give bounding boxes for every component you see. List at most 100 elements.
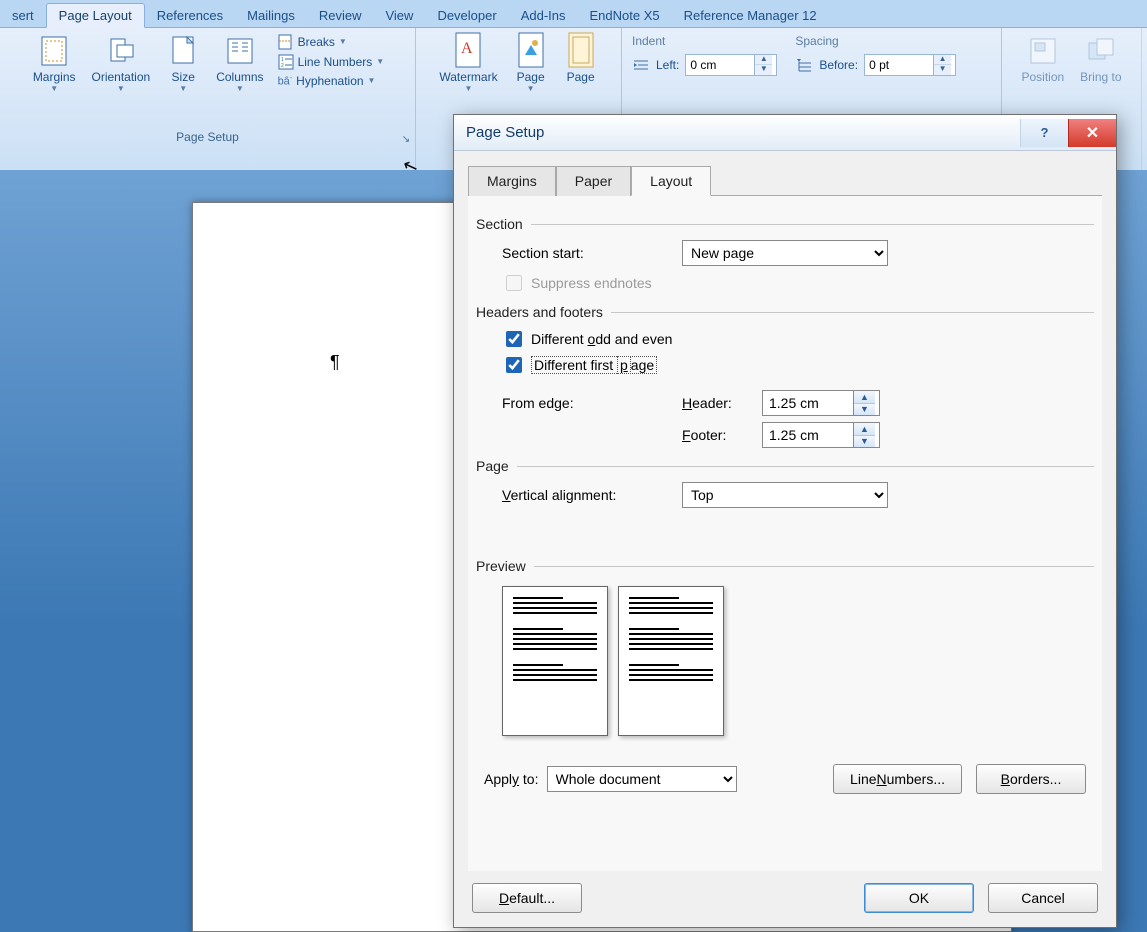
dialog-titlebar[interactable]: Page Setup ? ✕	[454, 115, 1116, 151]
headers-footers-heading: Headers and footers	[476, 304, 1094, 320]
spin-down-icon[interactable]: ▼	[854, 404, 875, 416]
tab-addins[interactable]: Add-Ins	[509, 4, 578, 27]
spacing-before-spin[interactable]: ▲▼	[864, 54, 956, 76]
bring-to-front-button[interactable]: Bring to	[1074, 32, 1127, 86]
indent-left-spin[interactable]: ▲▼	[685, 54, 777, 76]
section-start-combo[interactable]: New page	[682, 240, 888, 266]
vertical-alignment-combo[interactable]: Top	[682, 482, 888, 508]
line-numbers-icon: 12	[278, 54, 294, 70]
line-numbers-label: Line Numbers	[298, 55, 373, 69]
header-distance-spin[interactable]: ▲▼	[762, 390, 880, 416]
dropdown-icon: ▼	[50, 86, 58, 92]
columns-label: Columns	[216, 70, 263, 84]
footer-distance-spin[interactable]: ▲▼	[762, 422, 880, 448]
section-start-label: Section start:	[502, 245, 672, 261]
bring-label: Bring to	[1080, 70, 1121, 84]
spacing-heading: Spacing	[795, 34, 956, 48]
tab-references[interactable]: References	[145, 4, 235, 27]
different-odd-even-checkbox[interactable]: Different odd and even	[502, 328, 1094, 350]
different-first-page-input[interactable]	[506, 357, 522, 373]
dropdown-icon: ▼	[236, 86, 244, 92]
different-first-page-checkbox[interactable]: Different first page	[502, 354, 1094, 376]
preview-page-right	[618, 586, 724, 736]
spin-down-icon[interactable]: ▼	[755, 65, 772, 75]
header-distance-input[interactable]	[763, 391, 853, 415]
page-setup-dialog: Page Setup ? ✕ Margins Paper Layout Sect…	[453, 114, 1117, 928]
borders-button[interactable]: Borders...	[976, 764, 1086, 794]
different-first-page-label: Different first page	[531, 356, 657, 374]
margins-button[interactable]: Margins ▼	[27, 32, 82, 94]
page-borders-button[interactable]: Page	[558, 32, 604, 86]
orientation-button[interactable]: Orientation ▼	[86, 32, 157, 94]
tab-view[interactable]: View	[373, 4, 425, 27]
footer-dist-label: Footer:	[682, 427, 752, 443]
dialog-help-button[interactable]: ?	[1020, 119, 1068, 147]
default-button[interactable]: Default...	[472, 883, 582, 913]
dialog-footer: Default... OK Cancel	[454, 871, 1116, 927]
line-numbers-button[interactable]: 12 Line Numbers ▼	[278, 54, 385, 70]
tab-insert[interactable]: sert	[0, 4, 46, 27]
cancel-button[interactable]: Cancel	[988, 883, 1098, 913]
spin-down-icon[interactable]: ▼	[934, 65, 951, 75]
watermark-icon: A	[451, 34, 485, 68]
preview-page-left	[502, 586, 608, 736]
different-odd-even-input[interactable]	[506, 331, 522, 347]
line-numbers-button[interactable]: Line Numbers...	[833, 764, 962, 794]
tab-reference-manager[interactable]: Reference Manager 12	[672, 4, 829, 27]
watermark-button[interactable]: A Watermark ▼	[433, 32, 503, 94]
apply-to-combo[interactable]: Whole document	[547, 766, 737, 792]
dropdown-icon: ▼	[339, 39, 347, 45]
paragraph-mark: ¶	[330, 352, 340, 373]
spacing-before-label: Before:	[819, 58, 858, 72]
spin-up-icon[interactable]: ▲	[854, 423, 875, 436]
breaks-button[interactable]: Breaks ▼	[278, 34, 347, 50]
watermark-label: Watermark	[439, 70, 497, 84]
page-color-button[interactable]: Page ▼	[508, 32, 554, 94]
spin-up-icon[interactable]: ▲	[854, 391, 875, 404]
from-edge-label: From edge:	[502, 395, 672, 411]
page-heading: Page	[476, 458, 1094, 474]
svg-text:2: 2	[281, 63, 284, 69]
spacing-before-icon	[795, 57, 813, 73]
group-label-page-setup: Page Setup	[4, 128, 411, 148]
tab-review[interactable]: Review	[307, 4, 374, 27]
hyphenation-icon: bȃ-	[278, 75, 293, 88]
indent-left-input[interactable]	[686, 58, 754, 72]
hyphenation-button[interactable]: bȃ- Hyphenation ▼	[278, 74, 376, 88]
dialog-close-button[interactable]: ✕	[1068, 119, 1116, 147]
ok-button[interactable]: OK	[864, 883, 974, 913]
breaks-label: Breaks	[298, 35, 335, 49]
group-page-setup: Margins ▼ Orientation ▼ Size ▼	[0, 28, 416, 170]
page-color-label: Page	[517, 70, 545, 84]
size-label: Size	[172, 70, 195, 84]
columns-icon	[223, 34, 257, 68]
section-heading: Section	[476, 216, 1094, 232]
size-button[interactable]: Size ▼	[160, 32, 206, 94]
page-borders-icon	[564, 34, 598, 68]
tab-endnote[interactable]: EndNote X5	[578, 4, 672, 27]
vertical-alignment-label: Vertical alignment:	[502, 487, 672, 503]
header-dist-label: Header:	[682, 395, 752, 411]
from-edge-spacer	[502, 427, 672, 443]
dropdown-icon: ▼	[376, 59, 384, 65]
tab-mailings[interactable]: Mailings	[235, 4, 307, 27]
dropdown-icon: ▼	[527, 86, 535, 92]
indent-heading: Indent	[632, 34, 777, 48]
tab-developer[interactable]: Developer	[425, 4, 508, 27]
dialog-tab-layout[interactable]: Layout	[631, 166, 711, 196]
orientation-label: Orientation	[92, 70, 151, 84]
dialog-tab-paper[interactable]: Paper	[556, 166, 631, 196]
page-borders-label: Page	[567, 70, 595, 84]
tab-page-layout[interactable]: Page Layout	[46, 3, 145, 28]
dialog-tab-margins[interactable]: Margins	[468, 166, 556, 196]
spacing-before-input[interactable]	[865, 58, 933, 72]
spin-down-icon[interactable]: ▼	[854, 436, 875, 448]
indent-left-label: Left:	[656, 58, 679, 72]
position-label: Position	[1021, 70, 1064, 84]
columns-button[interactable]: Columns ▼	[210, 32, 269, 94]
orientation-icon	[104, 34, 138, 68]
page-setup-dialog-launcher[interactable]: ↘	[399, 134, 413, 148]
position-button[interactable]: Position	[1015, 32, 1070, 86]
suppress-endnotes-checkbox: Suppress endnotes	[502, 272, 1094, 294]
footer-distance-input[interactable]	[763, 423, 853, 447]
